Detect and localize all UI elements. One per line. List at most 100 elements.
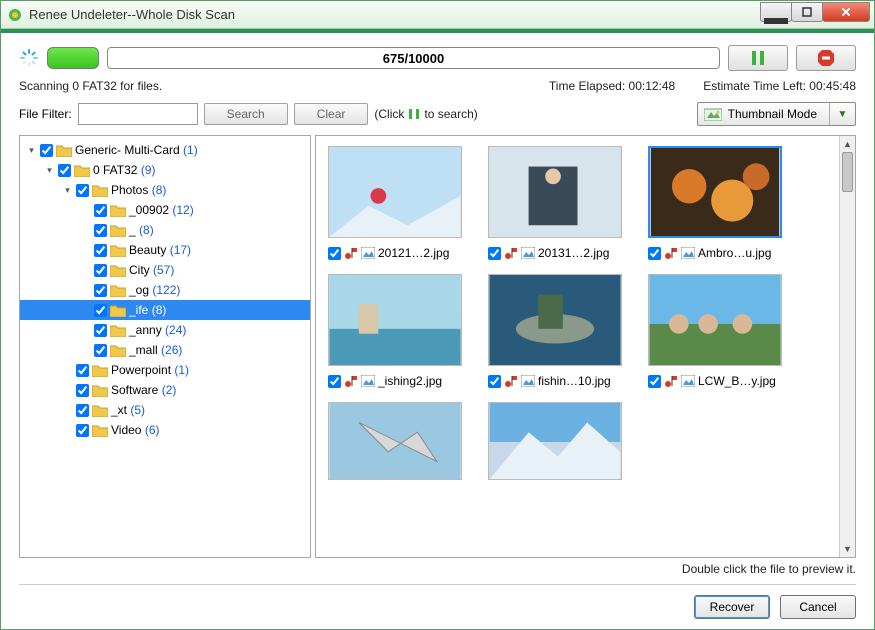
thumbnail-filename: Ambro…u.jpg — [698, 246, 786, 260]
collapse-icon[interactable]: ▾ — [62, 185, 73, 196]
tree-checkbox[interactable] — [94, 204, 107, 217]
tree-node-powerpoint[interactable]: ▸ Powerpoint (1) — [20, 360, 310, 380]
thumbnail-image — [328, 146, 462, 238]
spinner-icon — [19, 48, 39, 68]
progress-row: 675/10000 — [19, 43, 856, 73]
flag-icon — [664, 374, 678, 388]
folder-icon — [110, 304, 126, 317]
flag-icon — [504, 374, 518, 388]
tree-checkbox[interactable] — [94, 324, 107, 337]
search-button[interactable]: Search — [204, 103, 288, 125]
folder-icon — [56, 144, 72, 157]
collapse-icon[interactable]: ▾ — [44, 165, 55, 176]
thumbnail-filename: _ishing2.jpg — [378, 374, 466, 388]
thumbnail-item[interactable] — [328, 402, 466, 480]
folder-icon — [110, 264, 126, 277]
image-icon — [521, 375, 535, 387]
tree-node-video[interactable]: ▸ Video (6) — [20, 420, 310, 440]
thumbnail-item-selected[interactable]: Ambro…u.jpg — [648, 146, 786, 262]
tree-checkbox[interactable] — [76, 404, 89, 417]
thumbnail-image — [328, 402, 462, 480]
tree-node-selected[interactable]: ▸ _ife (8) — [20, 300, 310, 320]
thumbnail-item[interactable]: 20121…2.jpg — [328, 146, 466, 262]
filter-hint: (Click to search) — [374, 107, 477, 121]
folder-icon — [110, 224, 126, 237]
pause-button[interactable] — [728, 45, 788, 71]
filter-row: File Filter: Search Clear (Click to sear… — [19, 101, 856, 127]
scroll-handle[interactable] — [842, 152, 853, 192]
thumbnail-item[interactable] — [488, 402, 626, 480]
divider — [19, 584, 856, 585]
folder-icon — [110, 284, 126, 297]
clear-button[interactable]: Clear — [294, 103, 369, 125]
tree-checkbox[interactable] — [94, 224, 107, 237]
thumbnail-image — [648, 146, 782, 238]
app-window: Renee Undeleter--Whole Disk Scan — [0, 0, 875, 630]
filter-input[interactable] — [78, 103, 198, 125]
cancel-button[interactable]: Cancel — [780, 595, 856, 619]
thumb-checkbox[interactable] — [328, 375, 341, 388]
thumbnail-item[interactable]: 20131…2.jpg — [488, 146, 626, 262]
tree-checkbox[interactable] — [40, 144, 53, 157]
tree-checkbox[interactable] — [76, 384, 89, 397]
pause-icon — [749, 50, 767, 66]
tree-node-software[interactable]: ▸ Software (2) — [20, 380, 310, 400]
tree-node-xt[interactable]: ▸ _xt (5) — [20, 400, 310, 420]
thumbnail-filename: 20121…2.jpg — [378, 246, 466, 260]
scroll-down-icon[interactable]: ▼ — [840, 541, 855, 557]
tree-checkbox[interactable] — [94, 264, 107, 277]
scrollbar[interactable]: ▲ ▼ — [839, 136, 855, 557]
tree-checkbox[interactable] — [94, 244, 107, 257]
folder-icon — [110, 244, 126, 257]
thumbnail-item[interactable]: LCW_B…y.jpg — [648, 274, 786, 390]
folder-icon — [110, 344, 126, 357]
tree-node[interactable]: ▸ _00902 (12) — [20, 200, 310, 220]
thumbnail-filename: LCW_B…y.jpg — [698, 374, 786, 388]
tree-checkbox[interactable] — [58, 164, 71, 177]
recover-button[interactable]: Recover — [694, 595, 770, 619]
tree-node-root[interactable]: ▾ Generic- Multi-Card (1) — [20, 140, 310, 160]
maximize-button[interactable] — [791, 2, 823, 22]
chevron-down-icon[interactable]: ▼ — [829, 103, 855, 125]
thumb-checkbox[interactable] — [648, 375, 661, 388]
scroll-up-icon[interactable]: ▲ — [840, 136, 855, 152]
tree-node[interactable]: ▸ _og (122) — [20, 280, 310, 300]
thumb-checkbox[interactable] — [488, 375, 501, 388]
view-mode-label: Thumbnail Mode — [728, 107, 817, 121]
tree-checkbox[interactable] — [76, 184, 89, 197]
thumbnail-item[interactable]: _ishing2.jpg — [328, 274, 466, 390]
image-icon — [521, 247, 535, 259]
thumbnail-image — [488, 146, 622, 238]
thumbnail-image — [328, 274, 462, 366]
app-icon — [7, 7, 23, 23]
stop-button[interactable] — [796, 45, 856, 71]
thumbnail-item[interactable]: fishin…10.jpg — [488, 274, 626, 390]
tree-node[interactable]: ▸ _ (8) — [20, 220, 310, 240]
tree-node[interactable]: ▸ City (57) — [20, 260, 310, 280]
thumb-checkbox[interactable] — [488, 247, 501, 260]
tree-checkbox[interactable] — [94, 344, 107, 357]
tree-node[interactable]: ▸ _anny (24) — [20, 320, 310, 340]
thumb-checkbox[interactable] — [648, 247, 661, 260]
tree-checkbox[interactable] — [94, 284, 107, 297]
thumbnail-grid: 20121…2.jpg 20131…2.jpg — [316, 136, 855, 557]
thumbnail-pane: 20121…2.jpg 20131…2.jpg — [315, 135, 856, 558]
folder-tree[interactable]: ▾ Generic- Multi-Card (1) ▾ 0 FAT32 (9) … — [19, 135, 311, 558]
tree-node-photos[interactable]: ▾ Photos (8) — [20, 180, 310, 200]
minimize-button[interactable] — [760, 2, 792, 22]
close-button[interactable] — [822, 2, 870, 22]
tree-checkbox[interactable] — [94, 304, 107, 317]
folder-icon — [92, 404, 108, 417]
tree-checkbox[interactable] — [76, 424, 89, 437]
thumb-checkbox[interactable] — [328, 247, 341, 260]
window-controls — [761, 2, 870, 22]
folder-icon — [74, 164, 90, 177]
tree-node-fat32[interactable]: ▾ 0 FAT32 (9) — [20, 160, 310, 180]
preview-hint: Double click the file to preview it. — [19, 562, 856, 576]
tree-checkbox[interactable] — [76, 364, 89, 377]
collapse-icon[interactable]: ▾ — [26, 145, 37, 156]
tree-node[interactable]: ▸ _mall (26) — [20, 340, 310, 360]
tree-node[interactable]: ▸ Beauty (17) — [20, 240, 310, 260]
view-mode-dropdown[interactable]: Thumbnail Mode ▼ — [697, 102, 856, 126]
scroll-track[interactable] — [840, 152, 855, 541]
